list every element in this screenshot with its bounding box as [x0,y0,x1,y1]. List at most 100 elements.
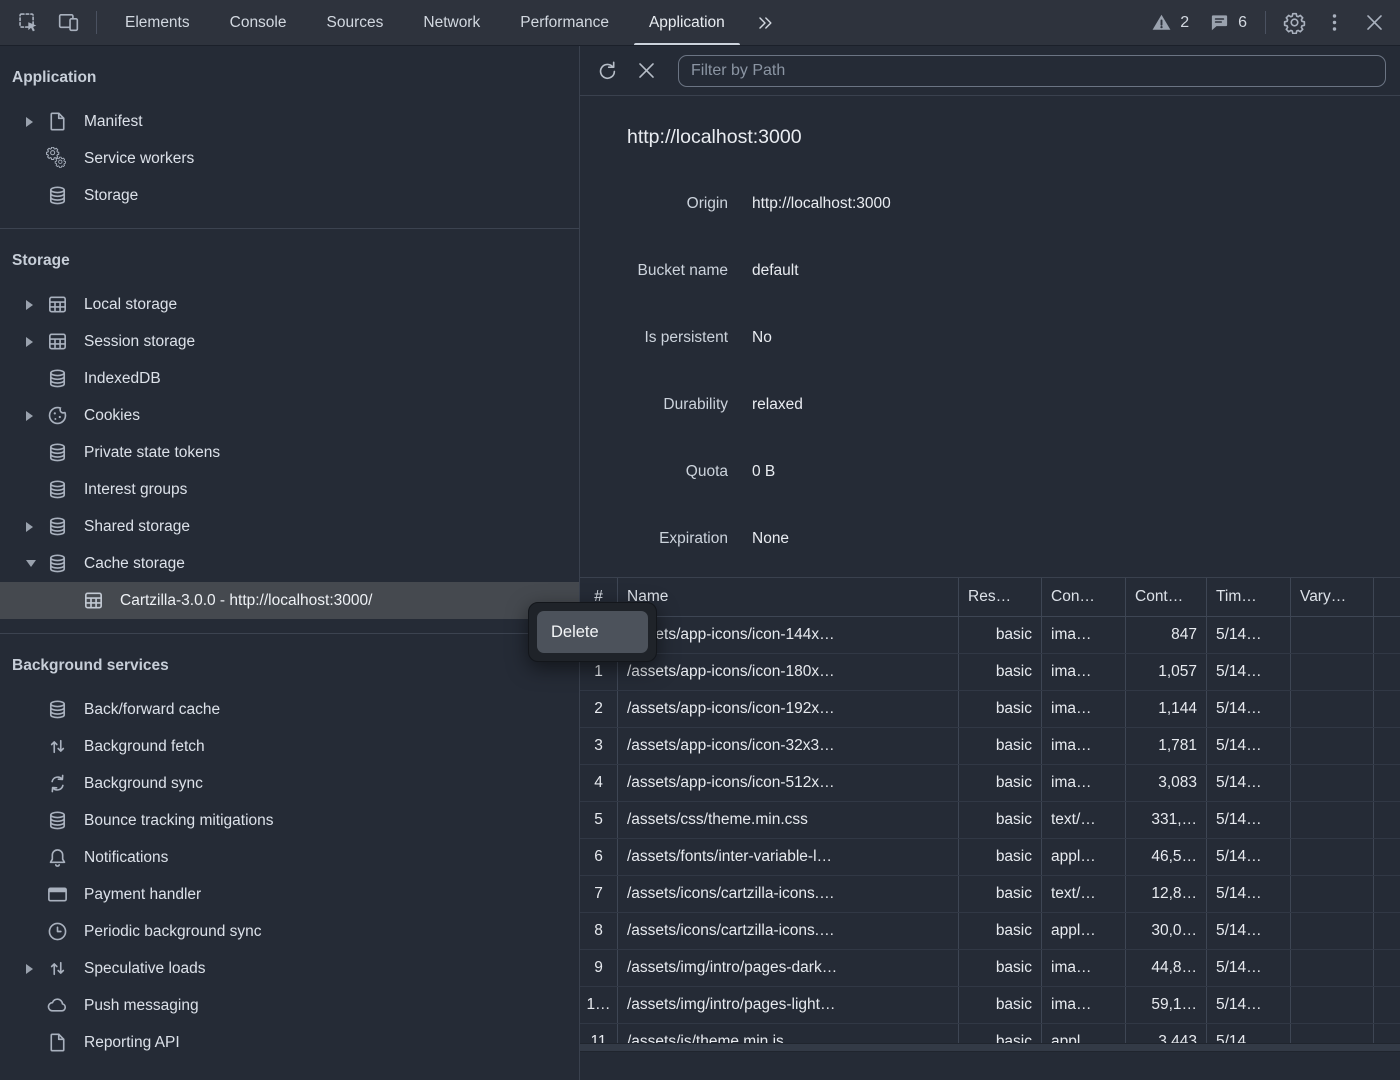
column-header-res[interactable]: Res… [959,578,1042,616]
sidebar-item-periodic-background-sync[interactable]: Periodic background sync [0,913,579,950]
sidebar-item-storage[interactable]: Storage [0,177,579,214]
column-header-name[interactable]: Name [618,578,959,616]
sidebar-item-cookies[interactable]: Cookies [0,397,579,434]
tab-elements[interactable]: Elements [105,0,210,45]
column-header-con[interactable]: Con… [1042,578,1126,616]
sidebar-item-label: Bounce tracking mitigations [84,812,274,830]
cache-entry-row[interactable]: 5/assets/css/theme.min.cssbasictext/…331… [580,802,1400,839]
triangle-right-icon [26,522,33,532]
cache-entry-row[interactable]: 3/assets/app-icons/icon-32x3…basicima…1,… [580,728,1400,765]
sidebar-item-reporting-api[interactable]: Reporting API [0,1024,579,1061]
devtools-window: ElementsConsoleSourcesNetworkPerformance… [0,0,1400,1080]
warnings-badge[interactable]: 2 [1141,0,1199,45]
refresh-button[interactable] [588,53,624,89]
expander-collapsed-icon[interactable] [26,410,46,422]
sidebar-item-label: Background fetch [84,738,205,756]
filter-by-path-input[interactable] [678,55,1386,87]
sidebar-item-cartzilla-3-0-0-http-localhost-3000[interactable]: Cartzilla-3.0.0 - http://localhost:3000/ [0,582,579,619]
sidebar-item-interest-groups[interactable]: Interest groups [0,471,579,508]
cache-cell: 5/14… [1207,654,1291,690]
cache-cell-filler [1374,876,1400,912]
sidebar-item-payment-handler[interactable]: Payment handler [0,876,579,913]
more-tabs-button[interactable] [745,0,785,45]
sidebar-item-push-messaging[interactable]: Push messaging [0,987,579,1024]
sidebar-item-shared-storage[interactable]: Shared storage [0,508,579,545]
sidebar-item-label: Local storage [84,296,177,314]
horizontal-scrollbar[interactable] [580,1043,1400,1052]
sidebar-item-manifest[interactable]: Manifest [0,103,579,140]
sidebar-item-indexeddb[interactable]: IndexedDB [0,360,579,397]
sidebar-item-label: Notifications [84,849,168,867]
clock-icon [46,920,69,943]
expander-collapsed-icon[interactable] [26,963,46,975]
devtools-main-toolbar: ElementsConsoleSourcesNetworkPerformance… [0,0,1400,46]
cache-entry-row[interactable]: 0/assets/app-icons/icon-144x…basicima…84… [580,617,1400,654]
cache-cell-filler [1374,617,1400,653]
sidebar-item-background-fetch[interactable]: Background fetch [0,728,579,765]
table-icon [82,589,105,612]
cache-cell: ima… [1042,987,1126,1023]
expander-collapsed-icon[interactable] [26,521,46,533]
tab-sources[interactable]: Sources [307,0,404,45]
close-icon [1363,11,1386,34]
expander-expanded-icon[interactable] [26,558,46,570]
sidebar-item-bounce-tracking-mitigations[interactable]: Bounce tracking mitigations [0,802,579,839]
devtools-body: ApplicationManifestService workersStorag… [0,46,1400,1080]
sidebar-item-background-sync[interactable]: Background sync [0,765,579,802]
expander-collapsed-icon[interactable] [26,299,46,311]
entry-preview-pane [580,1052,1400,1080]
column-header-cont[interactable]: Cont… [1126,578,1207,616]
cache-cell: 7 [580,876,618,912]
cache-entry-row[interactable]: 4/assets/app-icons/icon-512x…basicima…3,… [580,765,1400,802]
expander-collapsed-icon[interactable] [26,116,46,128]
expander-spacer [26,447,46,459]
tab-application[interactable]: Application [629,0,745,45]
cache-entry-row[interactable]: 9/assets/img/intro/pages-dark…basicima…4… [580,950,1400,987]
cache-entry-row[interactable]: 1/assets/app-icons/icon-180x…basicima…1,… [580,654,1400,691]
cache-cell: ima… [1042,691,1126,727]
cache-entry-row[interactable]: 7/assets/icons/cartzilla-icons.…basictex… [580,876,1400,913]
close-devtools-button[interactable] [1354,0,1394,45]
cache-cell [1291,839,1374,875]
sidebar-item-back-forward-cache[interactable]: Back/forward cache [0,691,579,728]
sidebar-item-session-storage[interactable]: Session storage [0,323,579,360]
column-header-vary[interactable]: Vary… [1291,578,1374,616]
sidebar-item-service-workers[interactable]: Service workers [0,140,579,177]
cache-entry-row[interactable]: 2/assets/app-icons/icon-192x…basicima…1,… [580,691,1400,728]
panel-tabs: ElementsConsoleSourcesNetworkPerformance… [105,0,745,45]
tab-performance[interactable]: Performance [500,0,629,45]
card-icon [46,883,69,906]
expander-spacer [26,778,46,790]
expander-collapsed-icon[interactable] [26,336,46,348]
database-icon [46,698,69,721]
table-icon [46,293,69,316]
sidebar-item-notifications[interactable]: Notifications [0,839,579,876]
cache-entry-row[interactable]: 1…/assets/img/intro/pages-light…basicima… [580,987,1400,1024]
document-icon [46,110,69,133]
cache-cell: appl… [1042,839,1126,875]
tab-console[interactable]: Console [210,0,307,45]
database-icon [46,809,69,832]
metadata-value: default [752,262,799,280]
cache-cell: 12,8… [1126,876,1207,912]
cache-cell [1291,691,1374,727]
sidebar-item-cache-storage[interactable]: Cache storage [0,545,579,582]
settings-button[interactable] [1274,0,1314,45]
cache-entry-row[interactable]: 6/assets/fonts/inter-variable-l…basicapp… [580,839,1400,876]
cache-entry-row[interactable]: 8/assets/icons/cartzilla-icons.…basicapp… [580,913,1400,950]
expander-spacer [62,595,82,607]
expander-spacer [26,373,46,385]
issues-badge[interactable]: 6 [1199,0,1257,45]
more-options-button[interactable] [1314,0,1354,45]
clear-button[interactable] [628,53,664,89]
device-toolbar-button[interactable] [48,0,88,45]
sidebar-item-private-state-tokens[interactable]: Private state tokens [0,434,579,471]
sidebar-item-speculative-loads[interactable]: Speculative loads [0,950,579,987]
tab-network[interactable]: Network [403,0,500,45]
context-menu-item-delete[interactable]: Delete [537,611,648,653]
inspect-element-button[interactable] [8,0,48,45]
column-header-tim[interactable]: Tim… [1207,578,1291,616]
database-icon [46,515,69,538]
cache-cell: 46,5… [1126,839,1207,875]
sidebar-item-local-storage[interactable]: Local storage [0,286,579,323]
